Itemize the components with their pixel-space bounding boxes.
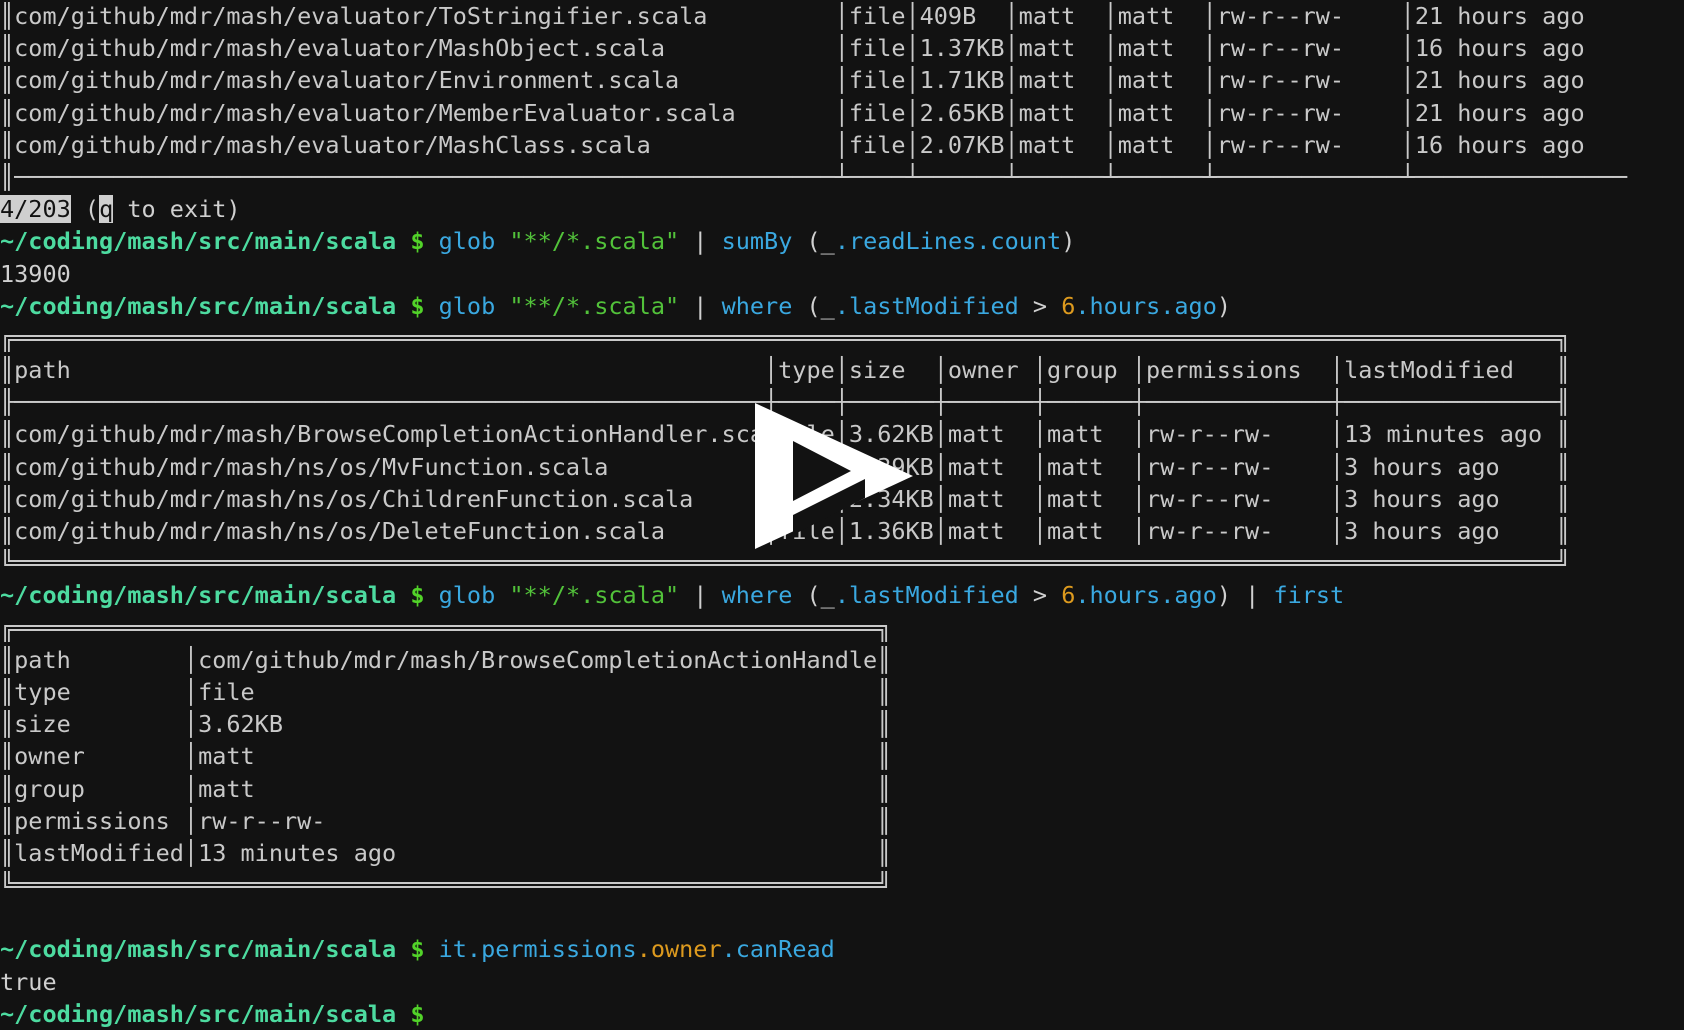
detail-row[interactable]: ║path │com/github/mdr/mash/BrowseComplet… <box>0 644 1684 676</box>
pager-status-space <box>71 195 85 223</box>
command-input[interactable] <box>424 1000 438 1028</box>
pager-hint-open: ( <box>84 195 100 224</box>
result-table-bottom-border: ╚═══════════════════════════════════════… <box>0 549 1571 578</box>
result-table[interactable]: ╔═══════════════════════════════════════… <box>0 322 1684 580</box>
command-line-current[interactable]: ~/coding/mash/src/main/scala $ <box>0 998 1684 1030</box>
cmd3-pattern: "**/*.scala" <box>509 581 680 610</box>
pager-table[interactable]: ║com/github/mdr/mash/evaluator/ToStringi… <box>0 0 1684 193</box>
command-line-1[interactable]: ~/coding/mash/src/main/scala $ glob "**/… <box>0 225 1684 257</box>
terminal-screen: ║com/github/mdr/mash/evaluator/ToStringi… <box>0 0 1684 1028</box>
table-row[interactable]: ║com/github/mdr/mash/ns/os/ChildrenFunct… <box>0 483 1684 515</box>
prompt-path: ~/coding/mash/src/main/scala <box>0 227 397 256</box>
command-line-2[interactable]: ~/coding/mash/src/main/scala $ glob "**/… <box>0 290 1684 322</box>
cmd1-glob: glob <box>438 227 496 256</box>
prompt-dollar: $ <box>410 291 425 320</box>
result-table-top-border: ╔═══════════════════════════════════════… <box>0 323 1571 352</box>
command-4-output: true <box>0 967 57 996</box>
prompt-dollar: $ <box>410 935 425 964</box>
table-row[interactable]: ║com/github/mdr/mash/ns/os/DeleteFunctio… <box>0 515 1684 547</box>
cmd2-where: where <box>721 291 793 320</box>
cmd3-placeholder: _ <box>820 581 835 610</box>
cmd4-permissions: .permissions <box>466 935 637 964</box>
cmd2-pattern: "**/*.scala" <box>509 291 680 320</box>
detail-row[interactable]: ║lastModified│13 minutes ago ║ <box>0 837 1684 869</box>
command-line-3[interactable]: ~/coding/mash/src/main/scala $ glob "**/… <box>0 579 1684 611</box>
table-row[interactable]: ║com/github/mdr/mash/BrowseCompletionAct… <box>0 418 1684 450</box>
detail-row[interactable]: ║type │file ║ <box>0 676 1684 708</box>
detail-table-top-border: ╔═══════════════════════════════════════… <box>0 613 892 642</box>
result-table-header-row: ║path │type│size │owner │group │permissi… <box>0 356 1571 385</box>
cmd3-number: 6 <box>1061 581 1076 610</box>
prompt-dollar: $ <box>410 227 425 256</box>
prompt-dollar: $ <box>410 999 425 1028</box>
table-row[interactable]: ║com/github/mdr/mash/ns/os/MvFunction.sc… <box>0 451 1684 483</box>
cmd1-count: .count <box>976 227 1062 256</box>
cmd3-glob: glob <box>438 581 496 610</box>
cmd3-hours: .hours <box>1075 581 1161 610</box>
cmd1-sumby: sumBy <box>721 227 793 256</box>
prompt-path: ~/coding/mash/src/main/scala <box>0 291 397 320</box>
pager-hint-rest: to exit) <box>113 195 241 224</box>
prompt-dollar: $ <box>410 581 425 610</box>
cmd4-owner: .owner <box>636 935 722 964</box>
prompt-path: ~/coding/mash/src/main/scala <box>0 935 397 964</box>
detail-table-bottom-border: ╚═══════════════════════════════════════… <box>0 871 892 900</box>
cmd2-lastmodified: .lastModified <box>834 291 1019 320</box>
cmd3-first: first <box>1273 581 1345 610</box>
pager-row[interactable]: ║com/github/mdr/mash/evaluator/MashClass… <box>0 129 1684 161</box>
detail-row[interactable]: ║size │3.62KB ║ <box>0 708 1684 740</box>
command-line-4[interactable]: ~/coding/mash/src/main/scala $ it.permis… <box>0 933 1684 965</box>
pager-row-text: ║com/github/mdr/mash/evaluator/MashObjec… <box>0 34 1628 63</box>
pager-row[interactable]: ║com/github/mdr/mash/evaluator/MashObjec… <box>0 32 1684 64</box>
detail-row[interactable]: ║permissions │rw-r--rw- ║ <box>0 805 1684 837</box>
pager-position-badge: 4/203 <box>0 195 71 224</box>
pager-row-text: ║com/github/mdr/mash/evaluator/ToStringi… <box>0 2 1628 30</box>
pager-quit-key[interactable]: q <box>99 195 114 224</box>
cmd1-pattern: "**/*.scala" <box>509 227 680 256</box>
prompt-path: ~/coding/mash/src/main/scala <box>0 999 397 1028</box>
cmd3-where: where <box>721 581 793 610</box>
pager-row[interactable]: ║com/github/mdr/mash/evaluator/Environme… <box>0 64 1684 96</box>
cmd2-glob: glob <box>438 291 496 320</box>
cmd1-placeholder: _ <box>820 227 835 256</box>
pager-status-line[interactable]: 4/203 (q to exit) <box>0 193 1684 225</box>
result-table-header-sep: ╟───────────────────────────────────────… <box>0 388 1571 417</box>
cmd2-placeholder: _ <box>820 291 835 320</box>
cmd1-readlines: .readLines <box>834 227 977 256</box>
cmd3-lastmodified: .lastModified <box>834 581 1019 610</box>
prompt-path: ~/coding/mash/src/main/scala <box>0 581 397 610</box>
pager-row-text: ║com/github/mdr/mash/evaluator/Environme… <box>0 66 1628 95</box>
command-1-output: 13900 <box>0 259 71 288</box>
pager-row[interactable]: ║com/github/mdr/mash/evaluator/MemberEva… <box>0 97 1684 129</box>
cmd2-hours: .hours <box>1075 291 1161 320</box>
pager-row[interactable]: ║com/github/mdr/mash/evaluator/ToStringi… <box>0 0 1684 32</box>
detail-row[interactable]: ║owner │matt ║ <box>0 740 1684 772</box>
pager-table-bottom-border: ║───────────────────────────────────────… <box>0 162 1628 191</box>
cmd3-ago: .ago <box>1160 581 1217 610</box>
detail-table[interactable]: ╔═══════════════════════════════════════… <box>0 612 1684 902</box>
detail-row[interactable]: ║group │matt ║ <box>0 773 1684 805</box>
cmd4-canread: .canRead <box>721 935 835 964</box>
pager-row-text: ║com/github/mdr/mash/evaluator/MashClass… <box>0 130 1628 159</box>
cmd2-ago: .ago <box>1160 291 1217 320</box>
pager-row-text: ║com/github/mdr/mash/evaluator/MemberEva… <box>0 98 1628 127</box>
cmd2-number: 6 <box>1061 291 1076 320</box>
cmd4-it: it <box>438 935 467 964</box>
